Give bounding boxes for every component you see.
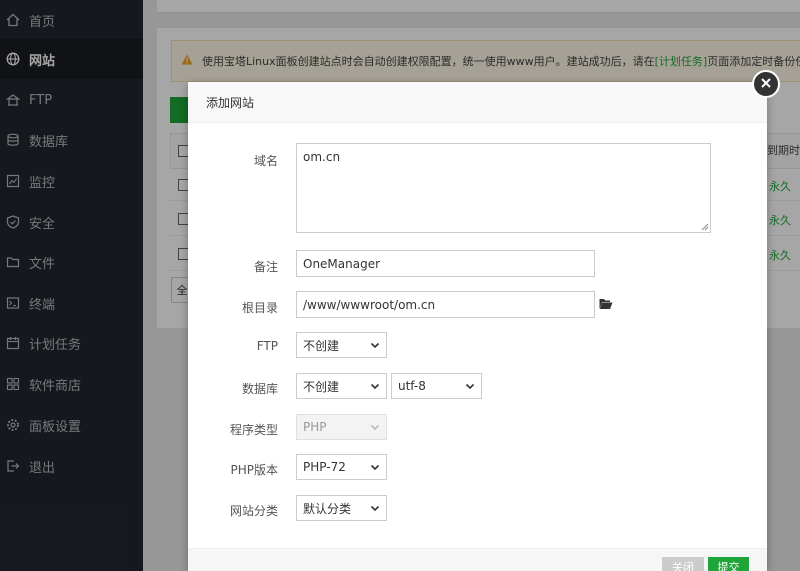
- dialog-title: 添加网站: [206, 95, 255, 110]
- folder-open-icon[interactable]: [599, 298, 613, 310]
- chevron-down-icon: [465, 383, 475, 390]
- root-dir-input[interactable]: /www/wwwroot/om.cn: [296, 291, 595, 318]
- dialog-close-button[interactable]: [752, 70, 780, 98]
- ftp-select-value: 不创建: [303, 338, 340, 353]
- ftp-label: FTP: [256, 339, 278, 353]
- program-type-select: PHP: [296, 414, 387, 440]
- close-dialog-button[interactable]: 关闭: [662, 557, 704, 571]
- close-icon: [760, 77, 772, 92]
- program-type-value: PHP: [303, 420, 327, 434]
- chevron-down-icon: [370, 424, 380, 431]
- root-value: /www/wwwroot/om.cn: [303, 297, 436, 312]
- category-value: 默认分类: [303, 501, 352, 516]
- php-version-value: PHP-72: [303, 460, 346, 474]
- chevron-down-icon: [370, 505, 380, 512]
- ftp-select[interactable]: 不创建: [296, 332, 387, 358]
- category-label: 网站分类: [229, 504, 278, 518]
- charset-select[interactable]: utf-8: [391, 373, 482, 399]
- chevron-down-icon: [370, 342, 380, 349]
- remark-input[interactable]: OneManager: [296, 250, 595, 277]
- submit-button[interactable]: 提交: [708, 557, 749, 571]
- charset-select-value: utf-8: [398, 379, 426, 393]
- chevron-down-icon: [370, 464, 380, 471]
- remark-value: OneManager: [303, 256, 381, 271]
- remark-label: 备注: [253, 260, 278, 274]
- resize-handle-icon[interactable]: [701, 223, 709, 231]
- category-select[interactable]: 默认分类: [296, 495, 387, 521]
- dialog-header: 添加网站: [188, 82, 767, 123]
- database-label: 数据库: [241, 382, 278, 396]
- php-version-select[interactable]: PHP-72: [296, 454, 387, 480]
- chevron-down-icon: [370, 383, 380, 390]
- program-type-label: 程序类型: [229, 423, 278, 437]
- root-label: 根目录: [241, 301, 278, 315]
- domain-value: om.cn: [303, 150, 341, 164]
- database-select[interactable]: 不创建: [296, 373, 387, 399]
- domain-textarea[interactable]: om.cn: [296, 143, 711, 233]
- php-version-label: PHP版本: [230, 463, 279, 477]
- domain-label: 域名: [253, 154, 278, 168]
- database-select-value: 不创建: [303, 379, 340, 394]
